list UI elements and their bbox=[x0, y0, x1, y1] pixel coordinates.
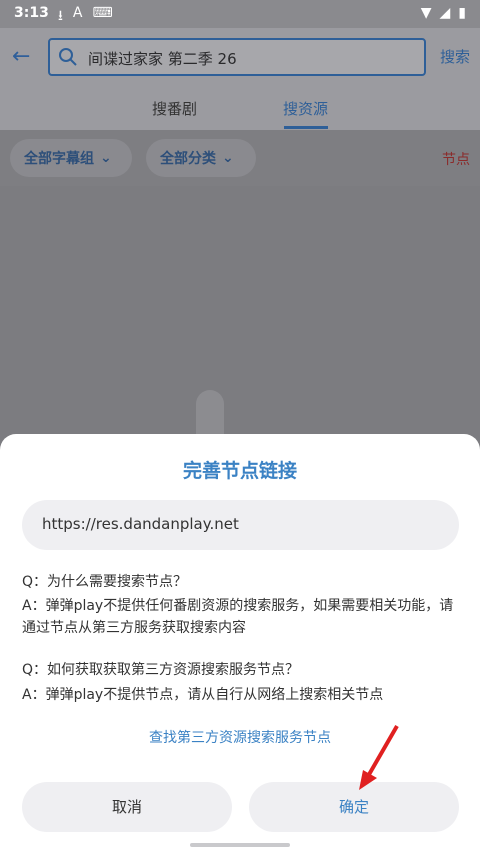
status-time: 3:13 bbox=[14, 5, 49, 21]
find-nodes-link[interactable]: 查找第三方资源搜索服务节点 bbox=[0, 727, 480, 747]
system-icons: ▼ ◢ ▮ bbox=[421, 5, 466, 21]
annotation-arrow-icon bbox=[359, 725, 399, 790]
chevron-down-icon: ⌄ bbox=[100, 150, 112, 166]
notification-icons: ⭳ A ⌨ bbox=[58, 5, 113, 29]
node-url-input[interactable]: https://res.dandanplay.net bbox=[22, 500, 459, 550]
active-tab-indicator bbox=[284, 126, 328, 129]
search-value: 间谍过家家 第二季 26 bbox=[88, 50, 237, 68]
wifi-icon: ▼ bbox=[420, 5, 432, 21]
empty-state-mascot-icon bbox=[196, 390, 224, 440]
faq-question-1: Q：为什么需要搜索节点？ bbox=[22, 574, 188, 590]
node-button[interactable]: 节点 bbox=[442, 149, 470, 169]
search-button[interactable]: 搜索 bbox=[440, 46, 470, 67]
search-icon bbox=[59, 48, 77, 66]
gesture-bar bbox=[190, 843, 290, 847]
tab-bar: 搜番剧 搜资源 bbox=[0, 94, 480, 130]
dialog-title: 完善节点链接 bbox=[182, 460, 297, 482]
filter-row: 全部字幕组 ⌄ 全部分类 ⌄ 节点 bbox=[0, 130, 480, 186]
subtitle-group-filter[interactable]: 全部字幕组 ⌄ bbox=[10, 139, 132, 177]
category-label: 全部分类 bbox=[160, 151, 216, 167]
keyboard-icon: ⌨ bbox=[92, 5, 113, 21]
node-link-dialog: 完善节点链接 https://res.dandanplay.net Q：为什么需… bbox=[0, 434, 480, 853]
signal-icon: ◢ bbox=[439, 5, 451, 21]
tab-search-anime[interactable]: 搜番剧 bbox=[152, 98, 197, 119]
battery-icon: ▮ bbox=[458, 5, 466, 21]
download-icon: ⭳ bbox=[58, 8, 63, 24]
tab-search-resource[interactable]: 搜资源 bbox=[283, 98, 328, 119]
faq-answer-1: A：弹弹play不提供任何番剧资源的搜索服务，如果需要相关功能，请通过节点从第三… bbox=[22, 598, 454, 636]
search-input[interactable]: 间谍过家家 第二季 26 bbox=[48, 38, 426, 76]
category-filter[interactable]: 全部分类 ⌄ bbox=[146, 139, 256, 177]
faq-question-2: Q：如何获取获取第三方资源搜索服务节点？ bbox=[22, 662, 300, 678]
app-header: ← 间谍过家家 第二季 26 搜索 搜番剧 搜资源 bbox=[0, 28, 480, 130]
subtitle-group-label: 全部字幕组 bbox=[24, 151, 94, 167]
app-notification-icon: A bbox=[72, 5, 83, 21]
chevron-down-icon: ⌄ bbox=[222, 150, 234, 166]
confirm-button[interactable]: 确定 bbox=[249, 782, 459, 832]
cancel-button[interactable]: 取消 bbox=[22, 782, 232, 832]
faq-answer-2: A：弹弹play不提供节点，请从自行从网络上搜索相关节点 bbox=[22, 687, 384, 703]
back-arrow-icon[interactable]: ← bbox=[12, 44, 38, 70]
status-bar: 3:13 ⭳ A ⌨ ▼ ◢ ▮ bbox=[0, 0, 480, 28]
